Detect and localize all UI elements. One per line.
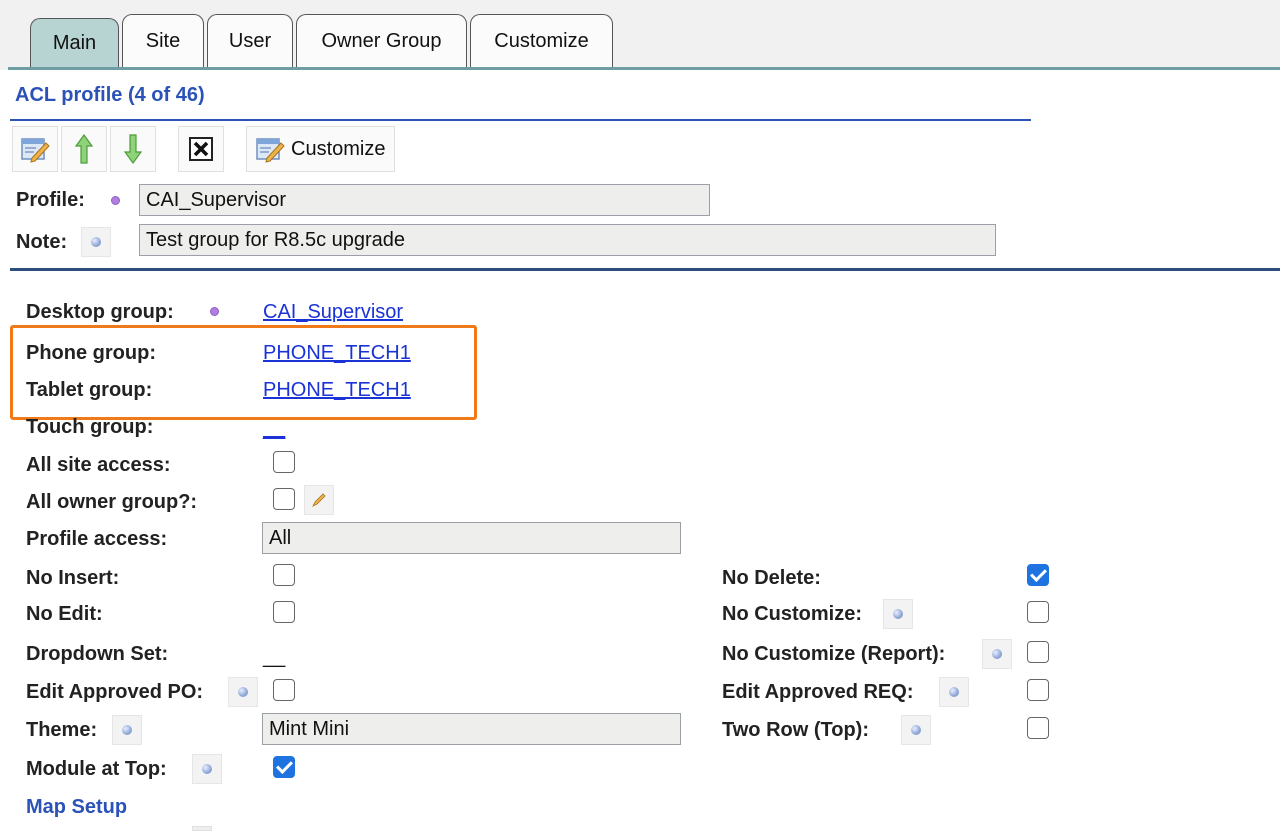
- tab-owner-group[interactable]: Owner Group: [296, 14, 467, 67]
- all-site-access-label: All site access:: [26, 454, 171, 476]
- desktop-group-label: Desktop group:: [26, 301, 174, 323]
- arrow-down-icon: [123, 134, 143, 165]
- section-divider: [10, 268, 1280, 271]
- module-at-top-checkbox[interactable]: [273, 756, 295, 778]
- help-icon[interactable]: [228, 677, 258, 707]
- profile-label: Profile:: [16, 189, 85, 211]
- no-insert-checkbox[interactable]: [273, 564, 295, 586]
- help-icon[interactable]: [81, 227, 111, 257]
- tab-site[interactable]: Site: [122, 14, 204, 67]
- page-title: ACL profile (4 of 46): [15, 84, 205, 106]
- edit-button[interactable]: [12, 126, 58, 172]
- no-insert-label: No Insert:: [26, 567, 120, 589]
- theme-field[interactable]: Mint Mini: [262, 713, 681, 745]
- help-icon[interactable]: [192, 754, 222, 784]
- help-icon[interactable]: [112, 715, 142, 745]
- edit-approved-po-checkbox[interactable]: [273, 679, 295, 701]
- two-row-top-checkbox[interactable]: [1027, 717, 1049, 739]
- delete-icon: [189, 137, 213, 161]
- tab-customize[interactable]: Customize: [470, 14, 613, 67]
- tab-divider: [8, 67, 1280, 70]
- customize-icon: [256, 138, 285, 163]
- profile-access-label: Profile access:: [26, 528, 168, 550]
- note-field[interactable]: Test group for R8.5c upgrade: [139, 224, 996, 256]
- profile-access-field[interactable]: All: [262, 522, 681, 554]
- desktop-group-link[interactable]: CAI_Supervisor: [263, 301, 403, 324]
- arrow-up-icon: [74, 133, 94, 164]
- highlight-box: [10, 325, 477, 420]
- help-icon[interactable]: [982, 639, 1012, 669]
- pencil-edit-icon[interactable]: [304, 485, 334, 515]
- no-delete-label: No Delete:: [722, 567, 821, 589]
- help-icon[interactable]: [883, 599, 913, 629]
- touch-group-label: Touch group:: [26, 416, 154, 438]
- theme-label: Theme:: [26, 719, 98, 741]
- move-down-button[interactable]: [110, 126, 156, 172]
- help-icon[interactable]: [901, 715, 931, 745]
- no-customize-checkbox[interactable]: [1027, 601, 1049, 623]
- required-indicator-icon: [111, 196, 120, 205]
- move-up-button[interactable]: [61, 126, 107, 172]
- no-delete-checkbox[interactable]: [1027, 564, 1049, 586]
- no-edit-label: No Edit:: [26, 603, 103, 625]
- two-row-top-label: Two Row (Top):: [722, 719, 869, 741]
- edit-approved-req-checkbox[interactable]: [1027, 679, 1049, 701]
- no-customize-label: No Customize:: [722, 603, 862, 625]
- tab-user[interactable]: User: [207, 14, 293, 67]
- title-underline: [10, 119, 1031, 121]
- delete-button[interactable]: [178, 126, 224, 172]
- customize-label: Customize: [291, 137, 386, 160]
- help-icon[interactable]: [939, 677, 969, 707]
- edit-approved-req-label: Edit Approved REQ:: [722, 681, 914, 703]
- tab-main[interactable]: Main: [30, 18, 119, 67]
- touch-group-link[interactable]: __: [263, 418, 285, 441]
- no-edit-checkbox[interactable]: [273, 601, 295, 623]
- all-owner-group-label: All owner group?:: [26, 491, 198, 513]
- no-customize-report-label: No Customize (Report):: [722, 643, 946, 665]
- all-owner-group-checkbox[interactable]: [273, 488, 295, 510]
- edit-icon: [21, 138, 50, 163]
- dropdown-set-label: Dropdown Set:: [26, 643, 169, 665]
- dropdown-set-value[interactable]: __: [263, 646, 285, 669]
- map-setup-heading[interactable]: Map Setup: [26, 796, 127, 819]
- note-label: Note:: [16, 231, 68, 253]
- no-customize-report-checkbox[interactable]: [1027, 641, 1049, 663]
- all-site-access-checkbox[interactable]: [273, 451, 295, 473]
- module-at-top-label: Module at Top:: [26, 758, 167, 780]
- edit-approved-po-label: Edit Approved PO:: [26, 681, 204, 703]
- profile-field[interactable]: CAI_Supervisor: [139, 184, 710, 216]
- required-indicator-icon: [210, 307, 219, 316]
- help-icon[interactable]: [192, 826, 212, 831]
- customize-button[interactable]: Customize: [246, 126, 395, 172]
